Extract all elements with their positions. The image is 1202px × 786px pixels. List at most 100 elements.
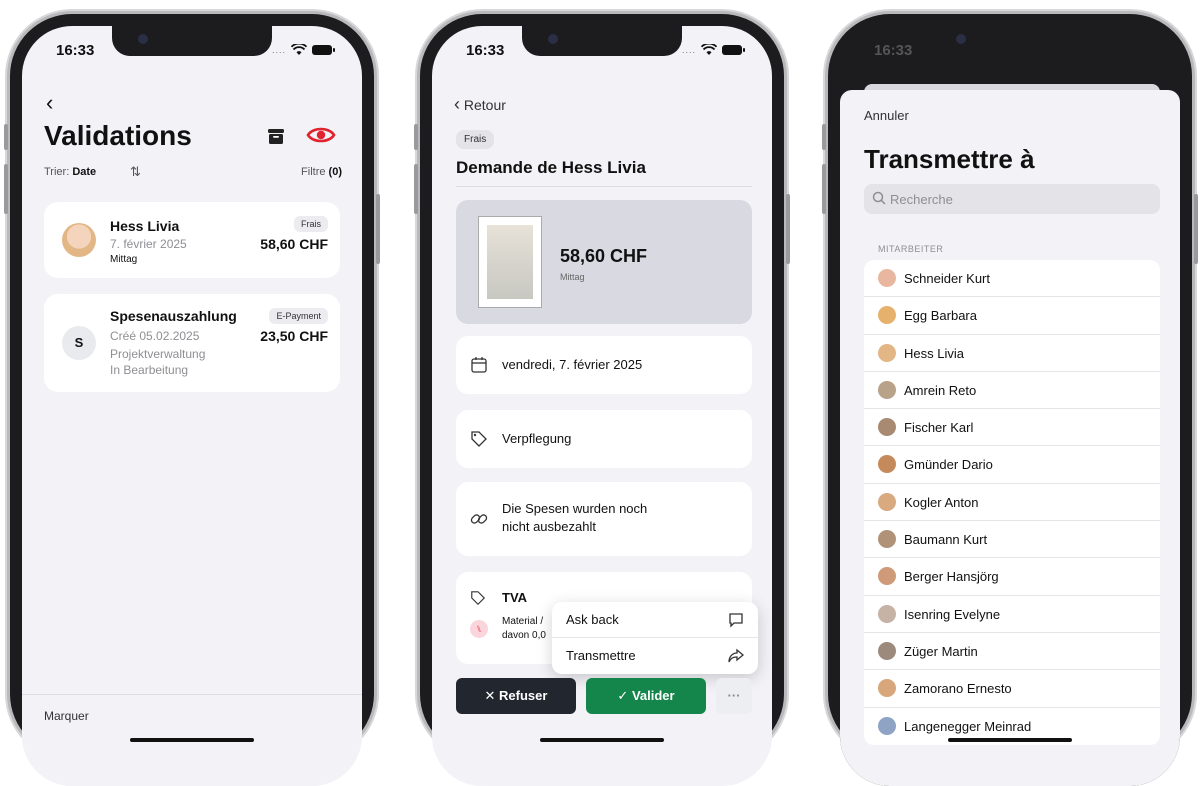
list-item[interactable]: Hess Livia 7. février 2025 Mittag Frais …	[44, 202, 340, 278]
item-project: Projektverwaltung	[110, 347, 206, 361]
receipt-image	[487, 225, 533, 299]
wifi-icon	[291, 44, 307, 55]
screen: 16:33 Annuler Transmettre à Recherche MI…	[840, 26, 1180, 786]
validate-label: Valider	[631, 688, 675, 703]
list-item[interactable]: Egg Barbara	[864, 297, 1160, 335]
list-item[interactable]: Gmünder Dario	[864, 446, 1160, 484]
volume-up-button	[822, 164, 826, 214]
mark-button[interactable]: Marquer	[44, 709, 89, 723]
list-item[interactable]: Schneider Kurt	[864, 260, 1160, 298]
list-item[interactable]: Züger Martin	[864, 633, 1160, 671]
person-name: Gmünder Dario	[904, 457, 993, 473]
page-title: Validations	[44, 120, 192, 151]
notch	[930, 26, 1090, 56]
divider	[456, 186, 752, 187]
avatar	[878, 530, 896, 549]
sort-arrows-icon[interactable]: ⇅	[130, 164, 141, 180]
item-name: Spesenauszahlung	[110, 308, 237, 324]
avatar	[878, 380, 896, 399]
archive-icon[interactable]	[266, 126, 286, 146]
avatar	[878, 418, 896, 437]
filter-button[interactable]: Filtre (0)	[301, 166, 342, 178]
item-date: 7. février 2025	[110, 237, 187, 251]
status-time: 16:33	[874, 42, 913, 59]
list-item[interactable]: Zamorano Ernesto	[864, 670, 1160, 708]
back-button[interactable]: ‹ Retour	[454, 94, 506, 115]
home-indicator	[130, 738, 254, 742]
category-card: Verpflegung	[456, 410, 752, 468]
share-forward-icon	[728, 648, 744, 663]
calendar-icon	[471, 357, 487, 373]
list-item[interactable]: Hess Livia	[864, 335, 1160, 372]
person-name: Zamorano Ernesto	[904, 681, 1012, 697]
mute-switch	[4, 124, 8, 150]
list-item[interactable]: Berger Hansjörg	[864, 558, 1160, 596]
person-name: Kogler Anton	[904, 494, 979, 510]
avatar	[878, 343, 896, 362]
signal-icon: ....	[271, 45, 286, 55]
person-name: Langenegger Meinrad	[904, 718, 1032, 734]
person-name: Fischer Karl	[904, 420, 974, 436]
chevron-left-icon: ‹	[454, 94, 460, 114]
menu-item-forward[interactable]: Transmettre	[552, 638, 758, 674]
people-list: Schneider Kurt Egg Barbara Hess Livia Am…	[864, 260, 1160, 745]
status-time: 16:33	[466, 42, 505, 59]
item-name: Hess Livia	[110, 218, 180, 234]
volume-up-button	[414, 164, 418, 214]
list-item[interactable]: S Spesenauszahlung Créé 05.02.2025 Proje…	[44, 294, 340, 392]
item-created: Créé 05.02.2025	[110, 329, 200, 343]
receipt-card[interactable]: 58,60 CHF Mittag	[456, 200, 752, 324]
list-item[interactable]: Fischer Karl	[864, 409, 1160, 447]
person-name: Egg Barbara	[904, 308, 977, 324]
sort-value[interactable]: Date	[72, 166, 96, 178]
person-name: Schneider Kurt	[904, 271, 990, 286]
item-tag: Frais	[294, 216, 328, 232]
page-title: Transmettre à	[864, 144, 1035, 174]
eye-icon[interactable]	[306, 124, 336, 146]
filter-count: (0)	[328, 166, 342, 178]
home-indicator	[540, 738, 664, 742]
camera	[548, 34, 558, 44]
list-item[interactable]: Amrein Reto	[864, 372, 1160, 410]
menu-item-ask-back[interactable]: Ask back	[552, 602, 758, 638]
avatar	[62, 223, 96, 257]
avatar	[878, 567, 896, 586]
battery-icon	[312, 45, 335, 55]
more-button[interactable]: ···	[716, 678, 752, 714]
context-menu: Ask back Transmettre	[552, 602, 758, 674]
close-icon: ✕	[484, 688, 496, 703]
list-item[interactable]: Baumann Kurt	[864, 521, 1160, 559]
list-item[interactable]: Kogler Anton	[864, 484, 1160, 522]
battery-icon	[722, 45, 745, 55]
person-name: Amrein Reto	[904, 382, 977, 398]
search-field[interactable]: Recherche	[864, 184, 1160, 214]
receipt-thumbnail[interactable]	[478, 216, 542, 308]
camera	[138, 34, 148, 44]
notch	[522, 26, 682, 56]
date-card: vendredi, 7. février 2025	[456, 336, 752, 394]
validate-button[interactable]: ✓ Valider	[586, 678, 706, 714]
person-name: Baumann Kurt	[904, 532, 988, 548]
payment-status-card: Die Spesen wurden noch nicht ausbezahlt	[456, 482, 752, 556]
list-item[interactable]: Isenring Evelyne	[864, 596, 1160, 633]
sort-label: Trier:	[44, 166, 70, 178]
food-icon: ⑊	[470, 620, 488, 638]
power-button	[786, 194, 790, 264]
menu-item-label: Ask back	[566, 612, 619, 627]
status-time: 16:33	[56, 42, 95, 59]
cancel-button[interactable]: Annuler	[864, 108, 909, 123]
avatar	[878, 269, 896, 287]
sort-filter-row: Trier: Date ⇅ Filtre (0)	[44, 164, 342, 180]
avatar	[878, 716, 896, 735]
avatar	[878, 455, 896, 474]
section-header: MITARBEITER	[878, 244, 944, 254]
back-chevron-icon[interactable]: ‹	[46, 90, 53, 116]
power-button	[376, 194, 380, 264]
search-placeholder: Recherche	[890, 192, 953, 207]
avatar	[878, 492, 896, 511]
refuse-button[interactable]: ✕ Refuser	[456, 678, 576, 714]
avatar: S	[62, 326, 96, 360]
avatar	[878, 641, 896, 660]
request-title: Demande de Hess Livia	[456, 158, 646, 177]
item-amount: 23,50 CHF	[260, 328, 328, 344]
